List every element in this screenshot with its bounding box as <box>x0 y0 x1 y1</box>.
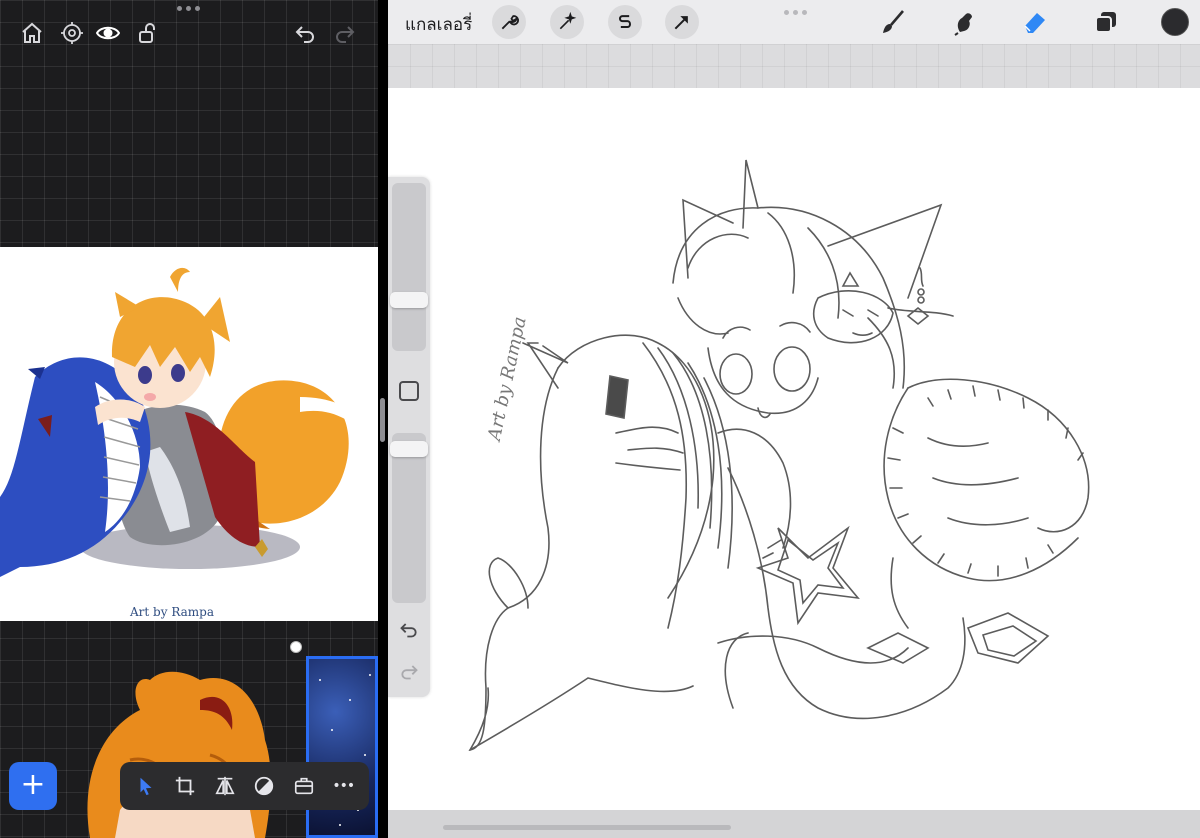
unlock-icon[interactable] <box>135 20 161 46</box>
undo-icon[interactable] <box>397 617 421 641</box>
brush-size-thumb[interactable] <box>390 292 428 309</box>
drawing-canvas[interactable]: Art by Rampa <box>388 88 1200 810</box>
gear-icon[interactable] <box>59 20 85 46</box>
gallery-button[interactable]: แกลเลอรี่ <box>405 11 472 38</box>
briefcase-icon[interactable] <box>290 772 318 800</box>
multitasking-handle[interactable] <box>784 10 807 15</box>
modify-button[interactable] <box>399 381 419 401</box>
redo-icon[interactable] <box>397 659 421 683</box>
magic-wand-icon[interactable] <box>550 5 584 39</box>
selection-handle[interactable] <box>290 641 302 653</box>
reference-app-pane: Art by Rampa + ••• <box>0 0 378 838</box>
canvas-background <box>388 44 1200 88</box>
eraser-icon[interactable] <box>1020 7 1050 37</box>
starry-sky-image[interactable] <box>306 656 378 838</box>
split-view-handle[interactable] <box>380 398 385 442</box>
reference-illustration: Art by Rampa <box>0 267 356 619</box>
opacity-slider[interactable] <box>392 433 426 603</box>
adjustments-icon[interactable] <box>250 772 278 800</box>
opacity-thumb[interactable] <box>390 440 428 457</box>
reference-image[interactable]: Art by Rampa <box>0 247 378 621</box>
brush-sidebar <box>388 177 430 697</box>
color-swatch[interactable] <box>1161 8 1189 36</box>
brush-size-slider[interactable] <box>392 183 426 351</box>
reference-caption: Art by Rampa <box>129 605 214 619</box>
smudge-icon[interactable] <box>949 7 979 37</box>
more-icon[interactable]: ••• <box>329 772 357 800</box>
select-arrow-icon[interactable] <box>132 772 160 800</box>
canvas-bottom-area <box>388 810 1200 838</box>
line-art-sketch <box>468 159 1090 752</box>
second-reference-image[interactable] <box>60 660 300 838</box>
flip-icon[interactable] <box>211 772 239 800</box>
bottom-toolbar: ••• <box>120 762 369 810</box>
transform-arrow-icon[interactable] <box>665 5 699 39</box>
eye-icon[interactable] <box>95 20 121 46</box>
redo-icon[interactable] <box>332 20 358 46</box>
crop-icon[interactable] <box>171 772 199 800</box>
home-icon[interactable] <box>19 20 45 46</box>
wrench-icon[interactable] <box>492 5 526 39</box>
add-button[interactable]: + <box>9 762 57 810</box>
layers-icon[interactable] <box>1091 7 1121 37</box>
undo-icon[interactable] <box>292 20 318 46</box>
home-indicator[interactable] <box>443 825 731 830</box>
brush-icon[interactable] <box>878 7 908 37</box>
multitasking-handle[interactable] <box>177 6 200 11</box>
selection-s-icon[interactable] <box>608 5 642 39</box>
drawing-app-pane: แกลเลอรี่ Art by Rampa <box>388 0 1200 838</box>
drawing-top-bar: แกลเลอรี่ <box>388 0 1200 44</box>
